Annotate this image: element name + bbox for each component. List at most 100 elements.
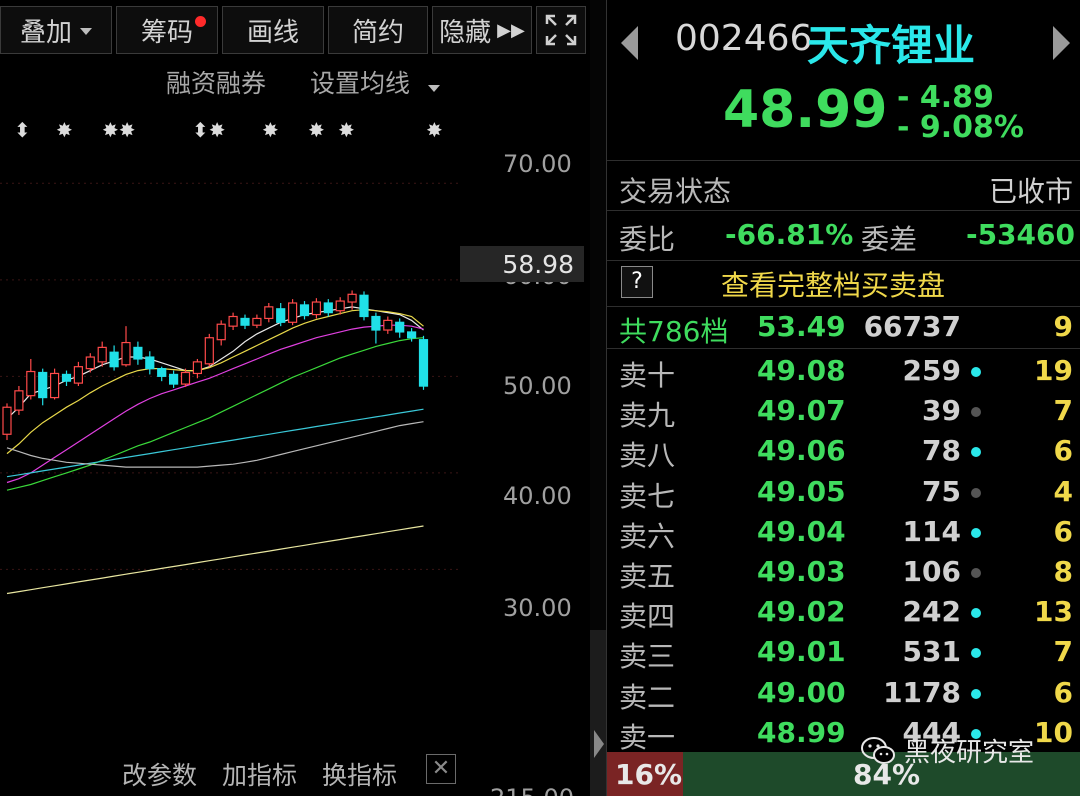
candle[interactable] <box>395 318 405 338</box>
price-tick-label: 40.00 <box>503 482 572 510</box>
candle[interactable] <box>133 341 143 365</box>
candle-body <box>240 317 250 326</box>
switch-indicator-link[interactable]: 换指标 <box>322 756 397 792</box>
ask-row[interactable]: 卖六 49.04 114 6 <box>607 515 1080 555</box>
next-stock-icon[interactable] <box>1053 26 1070 60</box>
order-change-dot-icon <box>971 648 981 659</box>
candle[interactable] <box>121 326 131 367</box>
marker-event-icon[interactable]: ✸ <box>426 118 443 142</box>
candle[interactable] <box>97 341 107 367</box>
edit-params-link[interactable]: 改参数 <box>122 756 197 792</box>
ask-row[interactable]: 卖八 49.06 78 6 <box>607 434 1080 474</box>
candle[interactable] <box>169 370 179 388</box>
candle[interactable] <box>311 298 321 319</box>
draw-line-button[interactable]: 画线 <box>222 6 324 54</box>
candle[interactable] <box>276 302 286 327</box>
candle[interactable] <box>252 314 262 329</box>
ask-row[interactable]: 卖五 49.03 106 8 <box>607 555 1080 595</box>
book-total-price: 53.49 <box>757 310 846 343</box>
candle-body <box>252 317 262 326</box>
candle-body <box>73 366 84 384</box>
candle[interactable] <box>73 361 84 386</box>
candle[interactable] <box>157 366 167 382</box>
ask-level-label: 卖一 <box>619 720 676 754</box>
simple-mode-button[interactable]: 简约 <box>328 6 428 54</box>
fullscreen-button[interactable] <box>536 6 586 54</box>
ask-row[interactable]: 卖十 49.08 259 19 <box>607 354 1080 394</box>
hide-label: 隐藏 <box>439 17 492 48</box>
close-icon[interactable]: ✕ <box>426 754 456 784</box>
candle[interactable] <box>26 358 36 400</box>
divider <box>607 210 1080 211</box>
divider <box>607 260 1080 261</box>
ask-row[interactable]: 卖四 49.02 242 13 <box>607 595 1080 635</box>
add-indicator-link[interactable]: 加指标 <box>222 756 297 792</box>
candle[interactable] <box>204 333 214 367</box>
candle-body <box>311 301 321 316</box>
order-change-dot-icon <box>971 487 981 498</box>
candle[interactable] <box>299 301 310 320</box>
ask-level-label: 卖三 <box>619 640 676 674</box>
candle[interactable] <box>49 368 60 400</box>
candle[interactable] <box>383 316 393 334</box>
margin-trading-link[interactable]: 融资融券 <box>166 69 266 98</box>
marker-event-icon[interactable]: ✸ <box>338 118 355 142</box>
help-icon[interactable]: ? <box>621 266 653 298</box>
candle[interactable] <box>61 370 72 386</box>
candle[interactable] <box>240 314 250 330</box>
candle[interactable] <box>192 358 202 379</box>
marker-event-icon[interactable]: ✸✸ <box>102 118 136 142</box>
candle[interactable] <box>38 368 48 406</box>
candle[interactable] <box>109 345 119 371</box>
ask-price: 49.06 <box>757 434 846 468</box>
marker-event-icon[interactable]: ✸ <box>262 118 279 142</box>
candle-body <box>418 339 429 387</box>
ask-row[interactable]: 卖九 49.07 39 7 <box>607 394 1080 434</box>
hide-button[interactable]: 隐藏 ▶▶ <box>432 6 532 54</box>
marker-event-icon[interactable]: ✸ <box>56 118 73 142</box>
divider <box>607 160 1080 161</box>
candle[interactable] <box>359 291 369 321</box>
candle[interactable] <box>264 302 274 323</box>
candle[interactable] <box>228 312 238 331</box>
book-total-count: 9 <box>1053 310 1073 343</box>
candle[interactable] <box>2 403 12 441</box>
overlay-button[interactable]: 叠加 <box>0 6 112 54</box>
ask-row[interactable]: 卖二 49.00 1178 6 <box>607 676 1080 716</box>
candle[interactable] <box>216 320 226 346</box>
ask-order-count: 13 <box>1034 595 1073 629</box>
chart-toolbar: 叠加 筹码 画线 简约 隐藏 ▶▶ <box>0 0 590 58</box>
ask-price: 49.03 <box>757 555 846 588</box>
candle-body <box>85 356 95 370</box>
weibi-value: -66.81% <box>725 218 854 251</box>
chips-button[interactable]: 筹码 <box>116 6 218 54</box>
candle[interactable] <box>288 299 298 326</box>
candlestick-chart[interactable] <box>0 140 460 748</box>
expand-arrow-icon[interactable] <box>594 730 604 758</box>
candle[interactable] <box>335 297 345 315</box>
candle[interactable] <box>145 351 155 375</box>
candle[interactable] <box>371 312 381 344</box>
watermark: 黑夜研究室 <box>860 732 1034 769</box>
ask-level-label: 卖十 <box>619 359 676 392</box>
full-book-link[interactable]: 查看完整档买卖盘 <box>721 264 945 304</box>
marker-event-icon[interactable]: ⬍✸ <box>192 118 226 142</box>
ask-level-label: 卖四 <box>619 600 676 634</box>
ask-row[interactable]: 卖三 49.01 531 7 <box>607 635 1080 675</box>
weibi-row: 委比 -66.81% 委差 -53460 <box>607 216 1080 256</box>
candle[interactable] <box>418 335 429 390</box>
ask-row[interactable]: 卖七 49.05 75 4 <box>607 475 1080 515</box>
set-ma-link[interactable]: 设置均线 <box>292 69 440 98</box>
ask-volume: 1178 <box>883 675 961 709</box>
candle[interactable] <box>180 368 191 387</box>
double-chevron-right-icon: ▶▶ <box>497 19 525 41</box>
order-change-dot-icon <box>971 568 981 578</box>
last-price: 48.99 <box>723 80 888 140</box>
scrollbar-thumb[interactable] <box>590 630 606 796</box>
prev-stock-icon[interactable] <box>621 26 638 60</box>
candle[interactable] <box>323 299 333 317</box>
candle[interactable] <box>14 386 24 415</box>
buy-ratio-label: 16% <box>615 757 683 791</box>
marker-arrow-icon[interactable]: ⬍ <box>14 118 31 142</box>
marker-event-icon[interactable]: ✸ <box>308 118 325 142</box>
